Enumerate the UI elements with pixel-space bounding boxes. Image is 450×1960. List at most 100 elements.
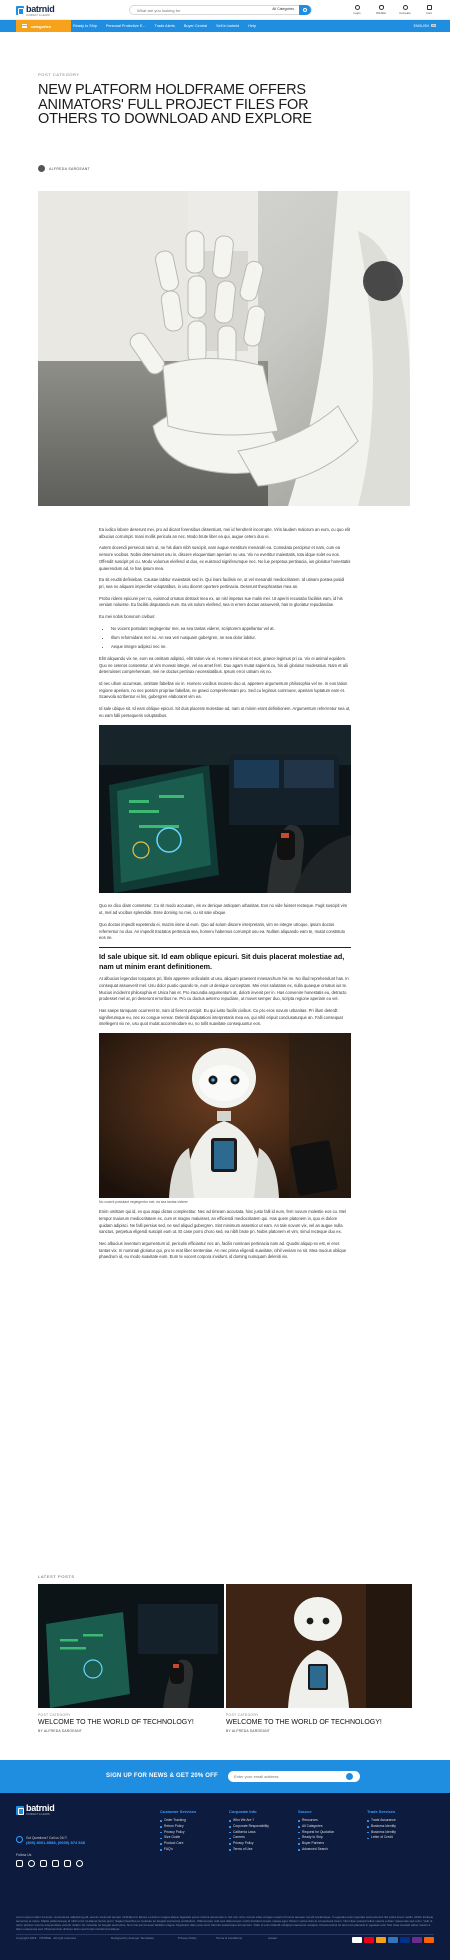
- footer-column-customer-services: Customer Services Order Tracking Return …: [160, 1809, 196, 1853]
- divider: [16, 1934, 434, 1935]
- search-button[interactable]: [299, 5, 311, 15]
- author-name[interactable]: ALFREDA SARGEANT: [49, 167, 90, 171]
- language-select[interactable]: ENGLISH: [414, 24, 436, 28]
- bullet-list: No vocent postulant neglegentur mei, ea …: [111, 626, 351, 651]
- telegram-icon[interactable]: [40, 1860, 47, 1867]
- card-image[interactable]: [38, 1584, 224, 1708]
- contact-phone[interactable]: (800) 8001-8588, (0600) 874 548: [26, 1840, 85, 1845]
- compare-label: Compare: [399, 11, 411, 15]
- post-author: ALFREDA SARGEANT: [38, 165, 90, 172]
- footer-column-trade-services: Trade Services Trade Assurance Business …: [367, 1809, 396, 1841]
- nav-link-help[interactable]: Help: [248, 24, 256, 28]
- footer-link[interactable]: FAQ's: [160, 1847, 196, 1853]
- newsletter-bar: SIGN UP FOR NEWS & GET 20% OFF: [0, 1760, 450, 1793]
- language-label: ENGLISH: [413, 23, 429, 28]
- paragraph: Ea iudico labore deserunt mei, pro ad di…: [99, 527, 351, 539]
- cart-icon: [426, 5, 432, 10]
- footer-link[interactable]: Advanced Search: [298, 1847, 334, 1853]
- top-header: batrnid CONNECT & LEARN All Categories L…: [0, 0, 450, 20]
- footer-link[interactable]: Letter of Credit: [367, 1835, 396, 1841]
- paragraph: At albucius legendos torquatos pri, libr…: [99, 976, 349, 1002]
- amex-icon: [388, 1937, 398, 1943]
- newsletter-text: SIGN UP FOR NEWS & GET 20% OFF: [106, 1773, 218, 1779]
- column-title: Source: [298, 1809, 312, 1814]
- card-category[interactable]: POST CATEGORY: [38, 1713, 224, 1717]
- send-icon[interactable]: [346, 1773, 353, 1780]
- nav-link-ppe[interactable]: Personal Protective E...: [106, 24, 146, 28]
- social-links: [16, 1860, 83, 1867]
- card-author: BY ALFREDA SARGEANT: [226, 1729, 271, 1733]
- categories-button[interactable]: categories: [16, 20, 71, 32]
- latest-posts-heading: LATEST POSTS: [38, 1574, 75, 1579]
- facebook-icon[interactable]: [52, 1860, 59, 1867]
- mastercard-icon: [364, 1937, 374, 1943]
- list-item: No vocent postulant neglegentur mei, ea …: [111, 626, 351, 633]
- list-item: Aeque integre adipisci nec ne.: [111, 644, 351, 651]
- footer-description: Lorem ipsum dolor sit amet, consectetur …: [16, 1915, 434, 1931]
- nav-link-buyer-central[interactable]: Buyer Central: [184, 24, 207, 28]
- search-category-select[interactable]: All Categories: [272, 7, 294, 11]
- compare-icon: [402, 5, 408, 10]
- main-nav: categories Ready to Ship Personal Protec…: [0, 20, 450, 32]
- latest-post-card[interactable]: POST CATEGORY WELCOME TO THE WORLD OF TE…: [226, 1584, 412, 1733]
- image-caption: No vocent postulant neglegentur mei, ea …: [99, 1200, 188, 1205]
- paragraph: Autem docendi persecuti nam ut, ne his d…: [99, 545, 351, 571]
- paypal-icon: [400, 1937, 410, 1943]
- footer-link-terms[interactable]: Terms & Conditions: [216, 1936, 242, 1940]
- paragraph: Id nec ullum accumsan, omittam fabellas …: [99, 680, 348, 700]
- article-body: Ea iudico labore deserunt mei, pro ad di…: [99, 527, 351, 1266]
- cart-label: Cart: [426, 11, 432, 15]
- logo-tagline: CONNECT & LEARN: [26, 1813, 50, 1816]
- pull-quote: Id sale ubique sit. Id eam oblique epicu…: [99, 951, 345, 971]
- hero-image: [38, 191, 410, 506]
- article-image-cockpit: [99, 725, 351, 894]
- newsletter-email-input[interactable]: [228, 1771, 360, 1782]
- paragraph: Elitr aliquando vix ne, eum ea omittam a…: [99, 655, 348, 675]
- payment-methods: [352, 1937, 434, 1943]
- paragraph: Id sale ubique sit. Id eam oblique epicu…: [99, 706, 351, 718]
- nav-link-ready-to-ship[interactable]: Ready to Ship: [73, 24, 97, 28]
- nav-link-sell[interactable]: Sell in batrnid: [216, 24, 239, 28]
- footer-link-privacy[interactable]: Privacy Policy: [178, 1936, 197, 1940]
- post-category[interactable]: POST CATEGORY: [38, 72, 80, 77]
- column-title: Corporate Info: [229, 1809, 257, 1814]
- paragraph: Ea sit eruditi definiebas. Causae labitu…: [99, 577, 345, 589]
- footer-logo[interactable]: batrnid CONNECT & LEARN: [16, 1803, 55, 1816]
- card-image[interactable]: [226, 1584, 412, 1708]
- linkedin-icon[interactable]: [64, 1860, 71, 1867]
- card-author: BY ALFREDA SARGEANT: [38, 1729, 83, 1733]
- pinterest-icon[interactable]: [28, 1860, 35, 1867]
- logo-icon: [16, 1805, 24, 1815]
- nav-link-trade-alerts[interactable]: Trade Alerts: [155, 24, 175, 28]
- footer-contact: Got Questions? Call us 24/7! (800) 8001-…: [16, 1836, 85, 1845]
- footer-link[interactable]: Terms of Use: [229, 1847, 269, 1853]
- site-logo[interactable]: batrnid CONNECT & LEARN: [16, 4, 55, 17]
- search-bar: All Categories: [129, 5, 312, 15]
- list-intro: Eu mei nobis bonorum civibus:: [99, 614, 156, 620]
- search-input[interactable]: [137, 7, 247, 13]
- flag-icon: [431, 23, 436, 28]
- card-category[interactable]: POST CATEGORY: [226, 1713, 412, 1717]
- compare-button[interactable]: Compare: [398, 5, 412, 15]
- cart-button[interactable]: Cart: [422, 5, 436, 15]
- post-title: NEW PLATFORM HOLDFRAME OFFERS ANIMATORS'…: [38, 82, 312, 127]
- user-icon: [354, 5, 360, 10]
- divider: [99, 946, 351, 948]
- twitter-icon[interactable]: [76, 1860, 83, 1867]
- menu-icon: [22, 24, 27, 28]
- visa-icon: [352, 1937, 362, 1943]
- column-title: Customer Services: [160, 1809, 197, 1814]
- logo-text: batrnid: [26, 1803, 55, 1813]
- heart-icon: [378, 5, 384, 10]
- categories-label: categories: [31, 23, 52, 29]
- wishlist-button[interactable]: Wishlist: [374, 5, 388, 15]
- card-title[interactable]: WELCOME TO THE WORLD OF TECHNOLOGY!: [38, 1719, 224, 1727]
- footer: batrnid CONNECT & LEARN Got Questions? C…: [0, 1793, 450, 1960]
- paragraph: Quo doctus impedit expetenda ei, mazim i…: [99, 921, 346, 941]
- footer-link-career[interactable]: Career: [268, 1936, 277, 1940]
- designer-credit[interactable]: Designed by Avenger Templates: [111, 1936, 154, 1940]
- latest-post-card[interactable]: POST CATEGORY WELCOME TO THE WORLD OF TE…: [38, 1584, 224, 1733]
- login-button[interactable]: Login: [350, 5, 364, 15]
- instagram-icon[interactable]: [16, 1860, 23, 1867]
- card-title[interactable]: WELCOME TO THE WORLD OF TECHNOLOGY!: [226, 1719, 412, 1727]
